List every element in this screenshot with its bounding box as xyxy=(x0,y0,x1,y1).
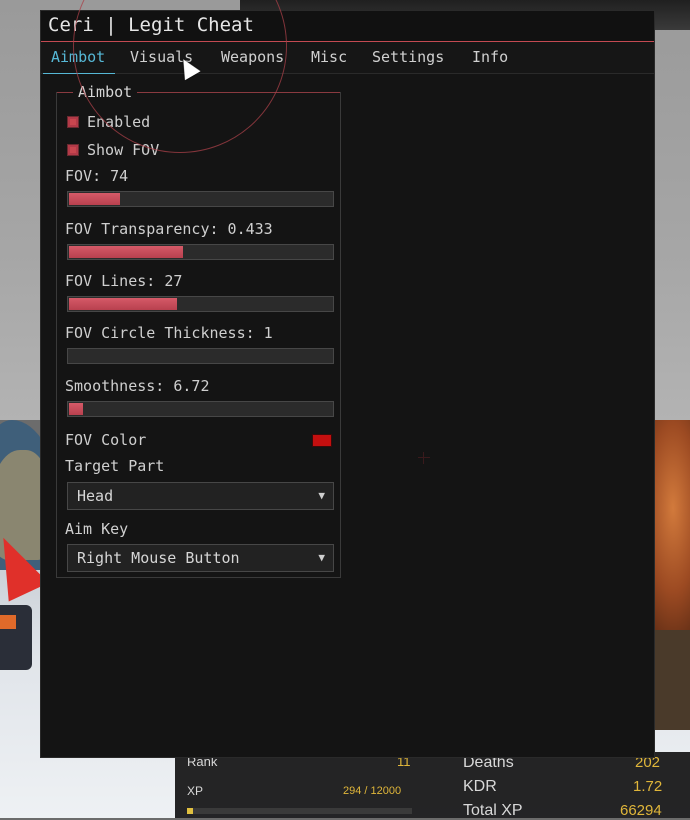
aim-key-dropdown[interactable]: Right Mouse Button ▼ xyxy=(67,544,334,572)
fov-circle-thickness-label: FOV Circle Thickness: 1 xyxy=(65,324,273,342)
cheat-window: Ceri | Legit Cheat Aimbot Visuals Weapon… xyxy=(40,10,655,758)
fov-lines-slider-fill xyxy=(69,298,177,310)
fov-transparency-slider-fill xyxy=(69,246,183,258)
show-fov-label: Show FOV xyxy=(87,141,160,159)
aim-key-label: Aim Key xyxy=(65,520,129,538)
smoothness-slider-fill xyxy=(69,403,83,415)
fire-effect xyxy=(655,420,690,640)
device-screen xyxy=(0,615,16,629)
target-part-dropdown[interactable]: Head ▼ xyxy=(67,482,334,510)
xp-label: XP xyxy=(187,784,204,798)
tab-aimbot[interactable]: Aimbot xyxy=(42,42,116,74)
fov-color-label: FOV Color xyxy=(65,431,147,449)
fov-lines-slider[interactable] xyxy=(67,296,334,312)
enabled-label: Enabled xyxy=(87,113,151,131)
fov-transparency-label: FOV Transparency: 0.433 xyxy=(65,220,273,238)
total-xp-value: 66294 xyxy=(620,802,662,819)
fov-transparency-slider[interactable] xyxy=(67,244,334,260)
group-title: Aimbot xyxy=(73,83,138,101)
fov-color-swatch[interactable] xyxy=(312,434,332,447)
target-part-value: Head xyxy=(77,487,114,505)
smoothness-label: Smoothness: 6.72 xyxy=(65,377,210,395)
show-fov-checkbox[interactable] xyxy=(67,144,79,156)
tab-weapons[interactable]: Weapons xyxy=(221,42,284,73)
enabled-checkbox[interactable] xyxy=(67,116,79,128)
checkbox-mark xyxy=(70,147,76,153)
dropdown-arrow-icon: ▼ xyxy=(318,551,325,564)
tab-settings[interactable]: Settings xyxy=(372,42,444,73)
hud-stats-panel: Rank 11 Deaths 202 XP 294 / 12000 KDR 1.… xyxy=(175,752,690,819)
aimbot-group: Aimbot Enabled Show FOV FOV: 74 FOV Tran… xyxy=(56,83,341,578)
smoothness-slider[interactable] xyxy=(67,401,334,417)
tab-misc[interactable]: Misc xyxy=(311,42,347,73)
fov-slider-fill xyxy=(69,193,120,205)
tab-bar: Aimbot Visuals Weapons Misc Settings Inf… xyxy=(41,42,654,74)
target-part-label: Target Part xyxy=(65,457,165,475)
fov-lines-label: FOV Lines: 27 xyxy=(65,272,183,290)
kdr-label: KDR xyxy=(463,778,497,795)
xp-value: 294 / 12000 xyxy=(343,785,402,797)
wall-prop xyxy=(650,630,690,730)
fov-circle-thickness-slider[interactable] xyxy=(67,348,334,364)
dropdown-arrow-icon: ▼ xyxy=(318,489,325,502)
aim-key-value: Right Mouse Button xyxy=(77,549,240,567)
xp-progress-bar xyxy=(187,808,412,814)
tab-visuals[interactable]: Visuals xyxy=(130,42,193,73)
checkbox-mark xyxy=(70,119,76,125)
fov-label: FOV: 74 xyxy=(65,167,129,185)
kdr-value: 1.72 xyxy=(633,778,663,795)
xp-progress-fill xyxy=(187,808,193,814)
total-xp-label: Total XP xyxy=(463,802,523,819)
tab-info[interactable]: Info xyxy=(472,42,508,73)
fov-slider[interactable] xyxy=(67,191,334,207)
window-title[interactable]: Ceri | Legit Cheat xyxy=(41,11,654,41)
